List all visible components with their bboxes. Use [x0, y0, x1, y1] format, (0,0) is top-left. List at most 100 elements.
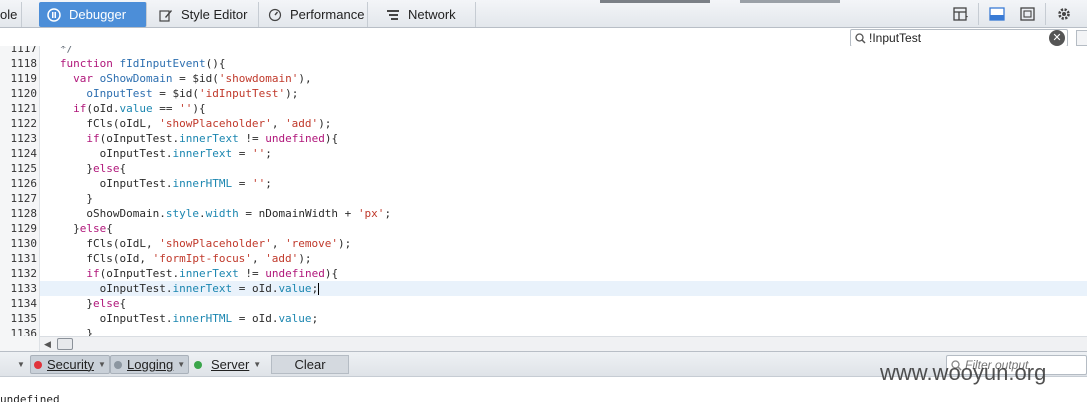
line-number[interactable]: 1130	[0, 236, 38, 251]
code-token: );	[338, 237, 352, 250]
tab-performance[interactable]: Performance	[260, 2, 368, 27]
code-token: );	[298, 252, 312, 265]
performance-icon	[268, 8, 282, 22]
code-line[interactable]: oInputTest = $id('idInputTest');	[40, 86, 1087, 101]
code-line[interactable]: oInputTest.innerText = oId.value;	[40, 281, 1087, 296]
code-line[interactable]: }else{	[40, 296, 1087, 311]
code-token: else	[92, 297, 120, 310]
chevron-down-icon[interactable]: ▼	[17, 360, 25, 369]
line-number[interactable]: 1126	[0, 176, 38, 191]
code-token: ;	[384, 207, 392, 220]
search-value[interactable]: !InputTest	[869, 31, 1049, 45]
code-token: innerText	[179, 132, 239, 145]
code-line[interactable]: }else{	[40, 221, 1087, 236]
line-number[interactable]: 1120	[0, 86, 38, 101]
line-number[interactable]: 1127	[0, 191, 38, 206]
line-number[interactable]: 1129	[0, 221, 38, 236]
code-line[interactable]: oInputTest.innerHTML = '';	[40, 176, 1087, 191]
code-line[interactable]: function fIdInputEvent(){	[40, 56, 1087, 71]
code-token: if	[86, 267, 100, 280]
side-panel-toggle[interactable]	[1076, 30, 1087, 46]
code-line[interactable]: fCls(oIdL, 'showPlaceholder', 'add');	[40, 116, 1087, 131]
editor-horizontal-scrollbar[interactable]: ◀	[40, 336, 1087, 351]
source-editor[interactable]: 1117 1118 1119 1120 1121 1122 1123 1124 1125 1126…	[0, 46, 1087, 336]
code-token: 'idInputTest'	[198, 87, 286, 100]
code-line[interactable]: var oShowDomain = $id('showdomain'),	[40, 71, 1087, 86]
line-number[interactable]: 1125	[0, 161, 38, 176]
code-line[interactable]: }else{	[40, 161, 1087, 176]
gutter-filler	[0, 336, 40, 351]
line-number[interactable]: 1134	[0, 296, 38, 311]
code-line[interactable]: */	[40, 46, 1087, 56]
line-number[interactable]: 1123	[0, 131, 38, 146]
code-token: (	[212, 72, 219, 85]
code-token: oShowDomain.	[46, 207, 166, 220]
line-number[interactable]: 1124	[0, 146, 38, 161]
clear-icon[interactable]: ✕	[1049, 30, 1065, 46]
code-token: oInputTest	[86, 87, 153, 100]
code-token: else	[79, 222, 107, 235]
scrollbar-thumb[interactable]	[57, 338, 73, 350]
code-token: !=	[238, 267, 266, 280]
dock-icon[interactable]	[987, 5, 1007, 23]
code-token: fIdInputEvent	[112, 57, 206, 70]
filter-logging-button[interactable]: Logging ▼	[110, 355, 190, 374]
code-token: var	[73, 72, 93, 85]
code-line[interactable]: if(oInputTest.innerText != undefined){	[40, 266, 1087, 281]
line-number[interactable]: 1135	[0, 311, 38, 326]
split-layout-icon[interactable]	[951, 5, 971, 23]
line-number[interactable]: 1136	[0, 326, 38, 336]
code-line[interactable]: if(oInputTest.innerText != undefined){	[40, 131, 1087, 146]
code-token: (){	[205, 57, 226, 70]
tab-style-editor[interactable]: Style Editor	[151, 2, 259, 27]
code-token: ),	[298, 72, 312, 85]
code-token: ){	[324, 132, 339, 145]
code-token: undefined	[265, 267, 325, 280]
code-line[interactable]: }	[40, 326, 1087, 336]
code-line[interactable]: }	[40, 191, 1087, 206]
tab-debugger[interactable]: Debugger	[39, 2, 147, 27]
filter-label: Security	[47, 357, 94, 372]
filter-server-button[interactable]: Server ▼	[194, 355, 261, 374]
code-line[interactable]: fCls(oIdL, 'showPlaceholder', 'remove');	[40, 236, 1087, 251]
settings-gear-icon[interactable]	[1054, 5, 1074, 23]
code-line[interactable]: oInputTest.innerHTML = oId.value;	[40, 311, 1087, 326]
code-token: if	[86, 132, 100, 145]
responsive-icon[interactable]	[1018, 5, 1038, 23]
code-token: (oId.	[86, 102, 120, 115]
tab-console-partial[interactable]: ole	[0, 2, 23, 27]
line-number[interactable]: 1133	[0, 281, 38, 296]
code-line[interactable]: oInputTest.innerText = '';	[40, 146, 1087, 161]
code-token: undefined	[265, 132, 325, 145]
code-line[interactable]: if(oId.value == ''){	[40, 101, 1087, 116]
scroll-left-icon[interactable]: ◀	[44, 339, 51, 350]
code-token: }	[46, 327, 93, 336]
source-search-input[interactable]: !InputTest ✕	[850, 29, 1068, 47]
code-area[interactable]: */ function fIdInputEvent(){ var oShowDo…	[40, 46, 1087, 336]
clear-console-button[interactable]: Clear	[271, 355, 349, 374]
code-line[interactable]: fCls(oId, 'formIpt-focus', 'add');	[40, 251, 1087, 266]
code-token: style	[165, 207, 199, 220]
tab-network[interactable]: Network	[378, 2, 476, 27]
line-number[interactable]: 1117	[0, 46, 38, 56]
code-token: */	[46, 46, 74, 55]
logging-status-dot	[114, 360, 122, 369]
line-number[interactable]: 1118	[0, 56, 38, 71]
code-line[interactable]: oShowDomain.style.width = nDomainWidth +…	[40, 206, 1087, 221]
code-token: innerHTML	[172, 177, 233, 190]
code-token: );	[285, 87, 299, 100]
line-number[interactable]: 1122	[0, 116, 38, 131]
line-number[interactable]: 1128	[0, 206, 38, 221]
code-token: ;	[265, 147, 272, 160]
code-token: =	[232, 177, 252, 190]
code-token: ''	[179, 102, 193, 115]
line-number[interactable]: 1131	[0, 251, 38, 266]
line-number[interactable]: 1119	[0, 71, 38, 86]
line-number[interactable]: 1132	[0, 266, 38, 281]
line-number[interactable]: 1121	[0, 101, 38, 116]
code-token: ;	[311, 282, 319, 295]
filter-security-button[interactable]: Security ▼	[30, 355, 110, 374]
code-token: oInputTest.	[46, 282, 173, 295]
